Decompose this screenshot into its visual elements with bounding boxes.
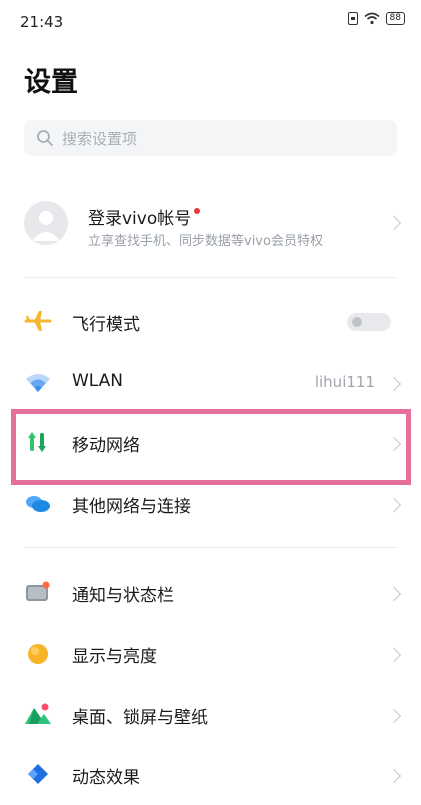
search-input[interactable]: 搜索设置项 bbox=[24, 120, 397, 156]
wallpaper-icon bbox=[25, 703, 51, 724]
account-title-text: 登录vivo帐号 bbox=[88, 209, 192, 229]
chevron-right-icon bbox=[386, 708, 402, 724]
page-title: 设置 bbox=[24, 67, 78, 98]
search-placeholder: 搜索设置项 bbox=[62, 129, 138, 148]
wlan-network-name: lihui111 bbox=[314, 373, 375, 391]
chevron-right-icon bbox=[386, 497, 402, 513]
divider bbox=[24, 277, 397, 278]
avatar bbox=[24, 201, 68, 245]
notification-dot bbox=[194, 208, 201, 214]
settings-item-notifications[interactable]: 通知与状态栏 bbox=[0, 563, 421, 623]
battery-indicator: 88 bbox=[385, 12, 405, 25]
toggle-knob bbox=[352, 317, 362, 327]
settings-item-label: 显示与亮度 bbox=[72, 647, 157, 667]
settings-item-label: 动态效果 bbox=[72, 768, 140, 788]
cloud-icon bbox=[26, 496, 50, 512]
settings-item-display[interactable]: 显示与亮度 bbox=[0, 624, 421, 684]
settings-item-animation[interactable]: 动态效果 bbox=[0, 745, 421, 805]
airplane-mode-toggle[interactable] bbox=[347, 313, 391, 331]
settings-item-label: 桌面、锁屏与壁纸 bbox=[72, 708, 208, 728]
divider bbox=[24, 547, 397, 548]
settings-item-wallpaper[interactable]: 桌面、锁屏与壁纸 bbox=[0, 685, 421, 745]
sim-icon bbox=[347, 12, 358, 25]
search-icon bbox=[37, 130, 53, 146]
account-title: 登录vivo帐号 bbox=[88, 204, 201, 229]
status-icons: 88 bbox=[347, 12, 405, 25]
mobile-data-icon bbox=[28, 432, 46, 452]
account-login-row[interactable]: 登录vivo帐号 立享查找手机、同步数据等vivo会员特权 bbox=[0, 186, 421, 258]
settings-item-wlan[interactable]: WLAN lihui111 bbox=[0, 353, 421, 413]
wifi-icon bbox=[26, 374, 50, 392]
wifi-status-icon bbox=[364, 12, 380, 25]
animation-icon bbox=[28, 764, 48, 784]
status-time: 21:43 bbox=[20, 13, 64, 31]
chevron-right-icon bbox=[386, 215, 402, 231]
settings-item-label: WLAN bbox=[72, 371, 124, 391]
status-bar: 21:43 88 bbox=[0, 0, 421, 44]
settings-item-label: 飞行模式 bbox=[72, 315, 140, 335]
chevron-right-icon bbox=[386, 436, 402, 452]
settings-item-label: 通知与状态栏 bbox=[72, 586, 174, 606]
user-icon bbox=[32, 211, 60, 241]
airplane-icon bbox=[24, 311, 52, 331]
chevron-right-icon bbox=[386, 376, 402, 392]
chevron-right-icon bbox=[386, 586, 402, 602]
settings-item-label: 移动网络 bbox=[72, 436, 140, 456]
chevron-right-icon bbox=[386, 647, 402, 663]
chevron-right-icon bbox=[386, 768, 402, 784]
settings-item-mobile-network[interactable]: 移动网络 bbox=[0, 413, 421, 473]
settings-item-label: 其他网络与连接 bbox=[72, 497, 191, 517]
brightness-icon bbox=[28, 644, 48, 664]
notification-icon bbox=[26, 581, 50, 601]
account-subtitle: 立享查找手机、同步数据等vivo会员特权 bbox=[88, 234, 323, 249]
settings-item-airplane-mode[interactable]: 飞行模式 bbox=[0, 292, 421, 352]
settings-item-other-networks[interactable]: 其他网络与连接 bbox=[0, 474, 421, 534]
